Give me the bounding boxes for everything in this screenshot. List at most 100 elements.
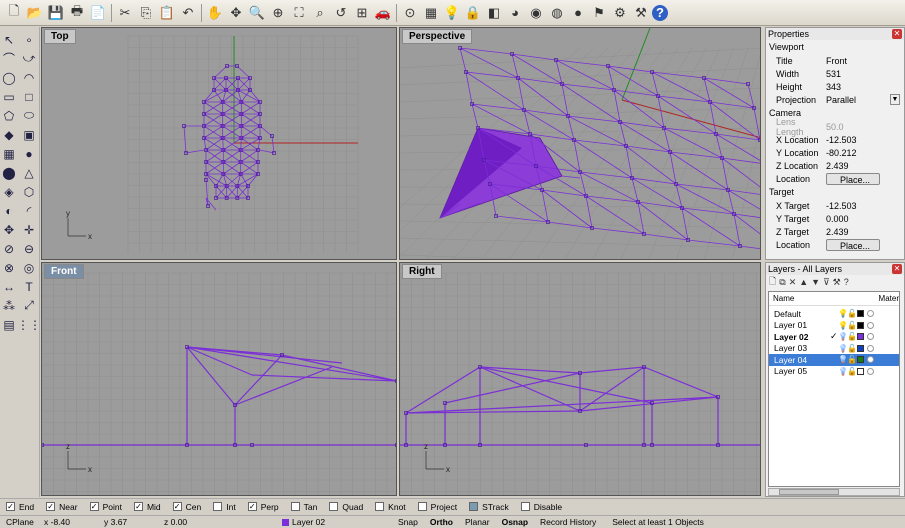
array-icon[interactable]: ⁂ [0, 297, 18, 314]
layer-icon[interactable]: ◧ [484, 3, 504, 23]
scale-icon[interactable]: ⤢ [20, 297, 38, 314]
material-icon[interactable] [867, 333, 874, 341]
place-button[interactable]: Place... [826, 238, 880, 251]
place-button[interactable]: Place... [826, 172, 880, 185]
visibility-bulb-icon[interactable]: 💡 [838, 309, 848, 318]
print-icon[interactable]: 🖶 [67, 3, 87, 23]
osnap-knot[interactable]: Knot [375, 502, 406, 512]
lock-icon[interactable]: 🔓 [847, 309, 857, 318]
property-value-field[interactable]: -12.503 [822, 134, 904, 146]
osnap-end[interactable]: ✓ End [6, 502, 34, 512]
status-current-layer[interactable]: Layer 02 [276, 517, 392, 527]
transform-icon[interactable]: ✥ [0, 221, 18, 238]
rotate-view-icon[interactable]: ✥ [226, 3, 246, 23]
visibility-bulb-icon[interactable]: 💡 [838, 355, 848, 364]
viewport-title-right[interactable]: Right [402, 264, 442, 279]
scrollbar-thumb[interactable] [779, 489, 839, 495]
layer-name[interactable]: Layer 05 [774, 366, 830, 376]
layers-horizontal-scrollbar[interactable] [768, 488, 900, 496]
visibility-bulb-icon[interactable]: 💡 [838, 332, 848, 341]
property-value-field[interactable]: -80.212 [822, 147, 904, 159]
layers-column-material[interactable]: Mater [879, 294, 899, 303]
square-icon[interactable]: □ [20, 88, 38, 105]
layer-name[interactable]: Layer 03 [774, 343, 830, 353]
property-value-field[interactable]: 531 [822, 68, 904, 80]
layer-row[interactable]: Layer 04 💡 🔓 [769, 354, 899, 366]
solid-edit-icon[interactable]: ◈ [0, 183, 18, 200]
viewport-title-top[interactable]: Top [44, 29, 76, 44]
cut-plane-icon[interactable]: ⊘ [0, 240, 18, 257]
options-icon[interactable]: ⚒ [631, 3, 651, 23]
dimension-icon[interactable]: ↔ [0, 278, 18, 295]
layer-name[interactable]: Layer 04 [774, 355, 830, 365]
osnap-perp[interactable]: ✓ Perp [247, 502, 279, 512]
status-cplane[interactable]: CPlane [0, 517, 38, 527]
osnap-project[interactable]: Project [417, 502, 457, 512]
layer-row[interactable]: Layer 01 💡 🔓 [769, 320, 899, 332]
material-icon[interactable] [867, 367, 874, 375]
lock-icon[interactable]: 🔓 [847, 367, 857, 376]
cylinder-icon[interactable]: ⬤ [0, 164, 18, 181]
surface-icon[interactable]: ◆ [0, 126, 18, 143]
osnap-tan[interactable]: Tan [290, 502, 317, 512]
paste-icon[interactable]: 📋 [157, 3, 177, 23]
save-icon[interactable]: 💾 [46, 3, 66, 23]
polygon-icon[interactable]: ⬠ [0, 107, 18, 124]
boolean-icon[interactable]: ◐ [0, 202, 18, 219]
layer-tools-icon[interactable]: ⚒ [833, 277, 841, 288]
layer-row[interactable]: Layer 05 💡 🔓 [769, 366, 899, 378]
close-icon[interactable]: ✕ [892, 264, 902, 274]
select-filter-icon[interactable]: ⚑ [589, 3, 609, 23]
osnap-int[interactable]: Int [213, 502, 236, 512]
cut-icon[interactable]: ✂ [115, 3, 135, 23]
open-icon[interactable]: 📂 [25, 3, 45, 23]
zoom-window-icon[interactable]: ⊕ [268, 3, 288, 23]
color-icon[interactable]: ◕ [505, 3, 525, 23]
lock-icon[interactable]: 🔓 [847, 355, 857, 364]
material-icon[interactable] [867, 356, 874, 364]
property-value-field[interactable]: 0.000 [822, 213, 904, 225]
extrude-icon[interactable]: ▣ [20, 126, 38, 143]
checkbox[interactable] [469, 502, 479, 511]
split-icon[interactable]: ⊖ [20, 240, 38, 257]
property-value-field[interactable]: -12.503 [822, 200, 904, 212]
status-record-history[interactable]: Record History [534, 517, 602, 527]
checkbox[interactable] [329, 502, 339, 511]
grid-snap-icon[interactable]: ⋮⋮ [17, 316, 41, 333]
layer-color-swatch[interactable] [857, 367, 864, 375]
layers-column-name[interactable]: Name [773, 294, 794, 303]
lock-icon[interactable]: 🔓 [847, 344, 857, 353]
box-icon[interactable]: ▦ [0, 145, 18, 162]
property-value-field[interactable]: 2.439 [822, 226, 904, 238]
checkbox[interactable]: ✓ [172, 502, 182, 511]
filter-icon[interactable]: ⊽ [823, 277, 830, 288]
viewport-front[interactable]: x z Front [41, 262, 397, 496]
set-cplane-icon[interactable]: ⊙ [400, 3, 420, 23]
new-layer-icon[interactable]: 🗋 [769, 274, 776, 290]
arc-icon[interactable]: ◠ [20, 69, 38, 86]
osnap-near[interactable]: ✓ Near [46, 502, 78, 512]
block-icon[interactable]: ▤ [0, 316, 18, 333]
layer-row[interactable]: Layer 03 💡 🔓 [769, 343, 899, 355]
new-sublayer-icon[interactable]: ⧉ [779, 277, 785, 288]
visibility-bulb-icon[interactable]: 💡 [838, 321, 848, 330]
move-icon[interactable]: ✛ [20, 221, 38, 238]
layer-row[interactable]: Layer 02 ✓ 💡 🔓 [769, 331, 899, 343]
car-icon[interactable]: 🚗 [373, 3, 393, 23]
layer-color-swatch[interactable] [857, 321, 864, 329]
layer-color-swatch[interactable] [857, 310, 864, 318]
curvature-icon[interactable]: ◎ [20, 259, 38, 276]
checkbox[interactable] [520, 502, 530, 511]
checkbox[interactable]: ✓ [6, 502, 15, 511]
material-icon[interactable] [867, 321, 874, 329]
checkbox[interactable]: ✓ [247, 502, 257, 511]
gear-icon[interactable]: ⚙ [610, 3, 630, 23]
point-icon[interactable]: ∘ [20, 31, 38, 48]
text-icon[interactable]: T [20, 278, 38, 295]
osnap-mid[interactable]: ✓ Mid [133, 502, 161, 512]
circle-icon[interactable]: ◯ [0, 69, 18, 86]
layer-name[interactable]: Layer 02 [774, 332, 830, 342]
checkbox[interactable]: ✓ [46, 502, 56, 511]
rectangle-icon[interactable]: ▭ [0, 88, 18, 105]
ellipse-icon[interactable]: ⬭ [20, 107, 38, 124]
